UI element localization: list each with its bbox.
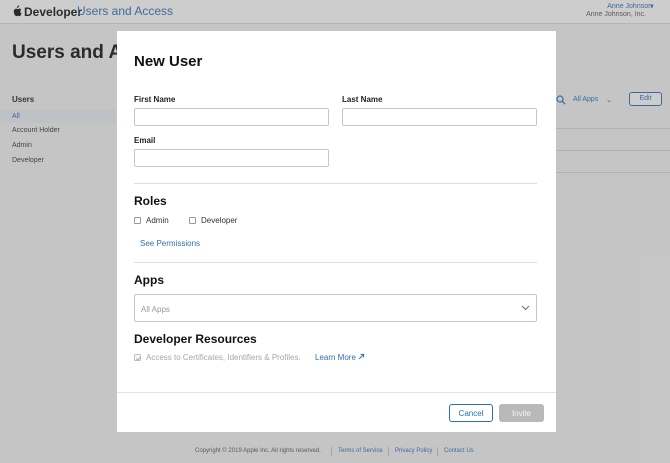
developer-resources-heading: Developer Resources: [134, 332, 257, 346]
last-name-field[interactable]: [342, 108, 537, 126]
roles-heading: Roles: [134, 194, 167, 208]
admin-role-label[interactable]: Admin: [146, 216, 169, 225]
external-link-icon: [359, 353, 365, 360]
email-label: Email: [134, 136, 156, 145]
see-permissions-link[interactable]: See Permissions: [140, 239, 200, 248]
learn-more-text: Learn More: [315, 353, 356, 362]
dialog-footer: Cancel Invite: [117, 392, 556, 432]
learn-more-link[interactable]: Learn More: [315, 353, 365, 362]
section-divider: [134, 262, 537, 263]
chevron-down-icon: [521, 305, 530, 311]
developer-role-label[interactable]: Developer: [201, 216, 237, 225]
new-user-dialog: New User First Name Last Name Email Role…: [117, 31, 556, 432]
developer-role-checkbox[interactable]: [189, 217, 196, 224]
admin-role-checkbox[interactable]: [134, 217, 141, 224]
certificates-access-label: Access to Certificates, Identifiers & Pr…: [146, 353, 301, 362]
first-name-field[interactable]: [134, 108, 329, 126]
certificates-access-checkbox[interactable]: [134, 354, 142, 361]
apps-select-value: All Apps: [141, 305, 170, 314]
apps-heading: Apps: [134, 273, 164, 287]
invite-button[interactable]: Invite: [499, 404, 544, 422]
email-field[interactable]: [134, 149, 329, 167]
cancel-button[interactable]: Cancel: [449, 404, 493, 422]
checkmark-icon: [135, 356, 142, 361]
section-divider: [134, 183, 537, 184]
apps-select[interactable]: All Apps: [134, 294, 537, 322]
last-name-label: Last Name: [342, 95, 383, 104]
dialog-title: New User: [134, 53, 203, 70]
first-name-label: First Name: [134, 95, 176, 104]
